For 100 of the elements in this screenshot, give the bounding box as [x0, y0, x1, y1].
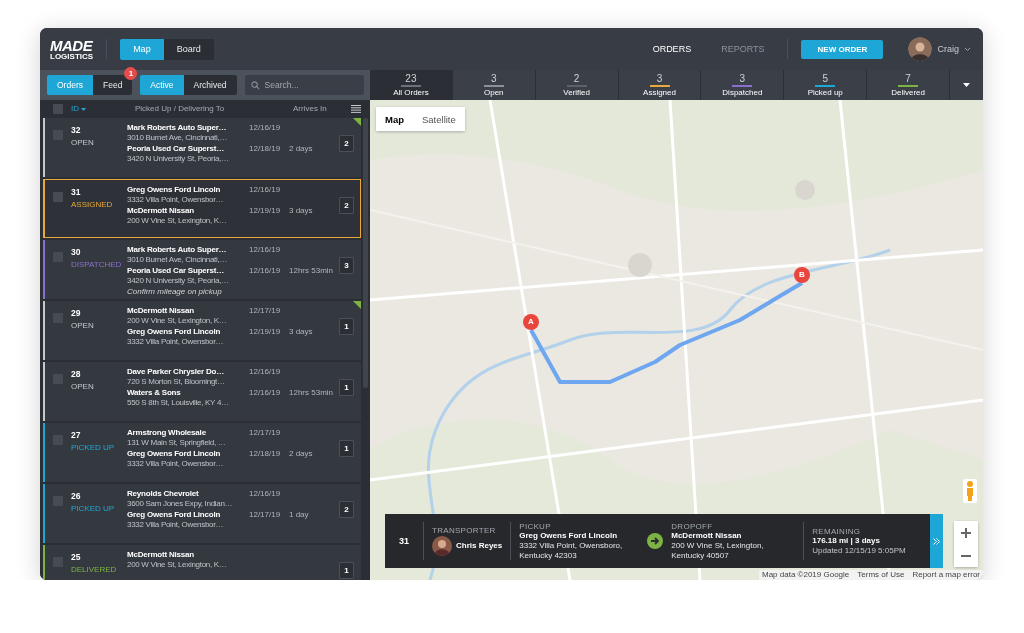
- order-id: 28: [71, 369, 82, 380]
- nav-link[interactable]: REPORTS: [721, 43, 765, 55]
- location-address: 3332 Villa Point, Owensboro, Kentucky 42303: [519, 541, 624, 561]
- column-header[interactable]: ID: [71, 104, 79, 114]
- nav-link[interactable]: ORDERS: [652, 43, 692, 55]
- stop-name: Greg Owens Ford Lincoln: [127, 185, 222, 195]
- stop-date: 12/19/19: [249, 327, 282, 339]
- order-id: 30: [71, 247, 82, 258]
- order-row[interactable]: 32 OPEN Mark Roberts Auto Super… 12/16/19 3010 Burnet Ave, Cincinnati,… Peoria Used Car Superst… 12/18/19 3420 N University St, Peoria,… 2 days 2: [43, 118, 361, 177]
- stop-date: 12/16/19: [249, 367, 282, 378]
- stop-name: McDermott Nissan: [127, 306, 196, 316]
- stop-address: 200 W Vine St, Lexington, K…: [127, 315, 228, 326]
- order-row[interactable]: 27 PICKED UP Armstrong Wholesale 12/17/19 131 W Main St, Springfield, … Greg Owens Ford Lincoln 12/18/19 3332 Villa Point, Owensbor… 2 days 1: [43, 423, 361, 482]
- checkbox[interactable]: [53, 104, 63, 114]
- stop-address: 3332 Villa Point, Owensbor…: [127, 194, 225, 205]
- order-id: 27: [71, 430, 82, 441]
- stop-address: 3332 Villa Point, Owensbor…: [127, 458, 225, 469]
- stop-name: McDermott Nissan: [127, 206, 196, 216]
- vehicle-count: 1: [339, 562, 354, 579]
- stop-name: Mark Roberts Auto Super…: [127, 245, 228, 255]
- stop-date: 12/18/19: [249, 144, 282, 156]
- section-label: REMAINING: [812, 526, 862, 537]
- map-link[interactable]: Terms of Use: [857, 570, 905, 580]
- vehicle-count: 2: [339, 135, 354, 152]
- stop-date: 12/17/19: [249, 428, 282, 439]
- search-field[interactable]: Search...: [244, 75, 364, 95]
- column-header: Picked Up / Delivering To: [135, 104, 226, 114]
- stop-date: 12/16/19: [249, 489, 282, 500]
- location-name: McDermott Nissan: [671, 531, 743, 541]
- order-status: DELIVERED: [71, 565, 118, 575]
- user-name[interactable]: Craig: [937, 43, 959, 55]
- arrival-time: 3 days: [289, 327, 313, 336]
- order-id: 29: [71, 308, 82, 319]
- stop-name: Reynolds Chevrolet: [127, 489, 200, 499]
- stop-address: 3010 Burnet Ave, Cincinnati,…: [127, 132, 229, 143]
- logo: MADE LOGISTICS: [50, 37, 94, 61]
- order-id: 31: [71, 187, 82, 198]
- stop-address: 3600 Sam Jones Expy, Indian…: [127, 498, 234, 509]
- column-header: Arrives In: [293, 104, 328, 114]
- vehicle-count: 2: [339, 197, 354, 214]
- stop-date: 12/18/19: [249, 449, 282, 461]
- order-row[interactable]: 25 DELIVERED McDermott Nissan 200 W Vine St, Lexington, K… 1: [43, 545, 361, 580]
- section-label: DROPOFF: [671, 521, 714, 532]
- arrival-time: 12hrs 53min: [289, 266, 334, 275]
- stop-name: Peoria Used Car Superst…: [127, 266, 225, 276]
- stop-name: Greg Owens Ford Lincoln: [127, 449, 222, 459]
- order-status: PICKED UP: [71, 504, 116, 514]
- arrival-time: 12hrs 53min: [289, 388, 334, 397]
- map-attribution: Map data ©2019 Google: [762, 570, 850, 580]
- arrival-time: 2 days: [289, 144, 313, 153]
- arrival-time: 1 day: [289, 510, 309, 519]
- stop-date: 12/16/19: [249, 185, 282, 196]
- view-tab[interactable]: Board: [163, 38, 214, 60]
- vehicle-count: 2: [339, 501, 354, 518]
- map-type-tab[interactable]: Map: [376, 107, 413, 131]
- stop-date: 12/17/19: [249, 306, 282, 317]
- expand-button[interactable]: [930, 514, 943, 568]
- stop-name: Greg Owens Ford Lincoln: [127, 510, 222, 520]
- location-name: Greg Owens Ford Lincoln: [519, 531, 619, 541]
- update-time: Updated 12/15/19 5:05PM: [812, 545, 906, 556]
- order-row[interactable]: 29 OPEN McDermott Nissan 12/17/19 200 W Vine St, Lexington, K… Greg Owens Ford Lincoln 12/19/19 3332 Villa Point, Owensbor… 3 days 1: [43, 301, 361, 360]
- order-status: OPEN: [71, 321, 95, 331]
- panel-tab[interactable]: Feed: [93, 75, 133, 95]
- list-icon: [351, 105, 361, 113]
- stop-address: 200 W Vine St, Lexington, K…: [127, 215, 228, 226]
- map-link[interactable]: Report a map error: [912, 570, 980, 580]
- stop-date: 12/16/19: [249, 123, 282, 134]
- sort-icon: [81, 107, 86, 111]
- minus-icon: [961, 554, 971, 557]
- arrival-time: 3 days: [289, 206, 313, 215]
- order-row[interactable]: 31 ASSIGNED Greg Owens Ford Lincoln 12/16/19 3332 Villa Point, Owensbor… McDermott Nissan 12/19/19 200 W Vine St, Lexington, K… 3 days 2: [43, 179, 361, 238]
- section-label: PICKUP: [519, 521, 552, 532]
- order-status: OPEN: [71, 138, 95, 148]
- stop-address: 3332 Villa Point, Owensbor…: [127, 336, 225, 347]
- checkbox[interactable]: [53, 192, 63, 202]
- zoom-in-button[interactable]: [954, 521, 978, 544]
- stop-name: Greg Owens Ford Lincoln: [127, 327, 222, 337]
- stop-address: 131 W Main St, Springfield, …: [127, 437, 227, 448]
- stop-address: 550 S 8th St, Louisville, KY 4…: [127, 397, 230, 408]
- vehicle-count: 1: [339, 379, 354, 396]
- status-tab[interactable]: 23 All Orders: [370, 70, 453, 100]
- map-type-tab[interactable]: Satellite: [413, 107, 465, 131]
- vehicle-count: 3: [339, 257, 354, 274]
- order-row[interactable]: 26 PICKED UP Reynolds Chevrolet 12/16/19 3600 Sam Jones Expy, Indian… Greg Owens Ford Lincoln 12/17/19 3332 Villa Point, Owensbor… 1 day 2: [43, 484, 361, 543]
- user-avatar: [908, 37, 933, 61]
- filter-tab[interactable]: Archived: [183, 75, 237, 95]
- order-note: Confirm mileage on pickup: [127, 287, 223, 297]
- order-row[interactable]: 28 OPEN Dave Parker Chrysler Do… 12/16/19 720 S Morton St, Bloomingt… Waters & Sons 12/16/19 550 S 8th St, Louisville, KY 4… 12hrs 53min 1: [43, 362, 361, 421]
- zoom-out-button[interactable]: [954, 544, 978, 567]
- order-id: 32: [71, 125, 82, 136]
- chevrons-icon: [933, 537, 940, 545]
- transporter-avatar: [432, 535, 452, 556]
- stop-name: Dave Parker Chrysler Do…: [127, 367, 226, 377]
- stop-address: 3010 Burnet Ave, Cincinnati,…: [127, 254, 229, 265]
- street-view-icon: [963, 479, 977, 503]
- vehicle-count: 1: [339, 440, 354, 457]
- order-status: OPEN: [71, 382, 95, 392]
- search-icon: [250, 81, 260, 90]
- location-address: 200 W Vine St, Lexington, Kentucky 40507: [671, 541, 765, 561]
- trip-id: 31: [398, 535, 410, 547]
